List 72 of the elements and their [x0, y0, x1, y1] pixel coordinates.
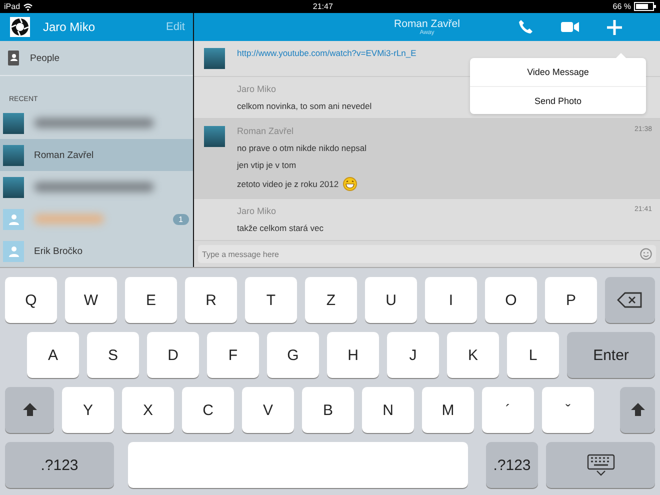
contact-row[interactable]: Erik Bročko: [0, 235, 193, 267]
message-text: jen vtip je v tom: [237, 160, 296, 170]
key[interactable]: Y: [62, 387, 114, 433]
key[interactable]: S: [87, 332, 139, 378]
menu-item[interactable]: Send Photo: [470, 86, 646, 114]
shift-key[interactable]: [620, 387, 655, 433]
battery-percentage: 66 %: [612, 2, 631, 11]
key[interactable]: H: [327, 332, 379, 378]
message-text: celkom novinka, to som ani nevedel: [237, 101, 372, 111]
unread-count: 1: [172, 214, 189, 224]
enter-key[interactable]: Enter: [567, 332, 655, 378]
key[interactable]: O: [485, 277, 537, 323]
key[interactable]: V: [242, 387, 294, 433]
keyboard-hide-icon: [586, 454, 614, 476]
key[interactable]: I: [425, 277, 477, 323]
message-text: zetoto video je z roku 2012: [237, 179, 339, 189]
key[interactable]: R: [185, 277, 237, 323]
menu-item[interactable]: Video Message: [470, 58, 646, 86]
clock-time: 21:47: [312, 2, 334, 11]
key[interactable]: D: [147, 332, 199, 378]
person-icon: [8, 213, 20, 225]
numbers-key[interactable]: .?123: [5, 442, 114, 488]
user-name: Jaro Miko: [43, 20, 96, 34]
key[interactable]: Q: [5, 277, 57, 323]
hide-keyboard-key[interactable]: [546, 442, 655, 488]
people-item[interactable]: People: [30, 52, 60, 64]
key[interactable]: Z: [305, 277, 357, 323]
sender-name: Roman Zavřel: [237, 126, 294, 136]
video-camera-icon[interactable]: [561, 21, 579, 33]
numbers-key[interactable]: .?123: [486, 442, 538, 488]
key[interactable]: W: [65, 277, 117, 323]
sender-name: Jaro Miko: [237, 84, 276, 94]
backspace-icon: [617, 292, 643, 308]
blurred-name: [34, 214, 104, 224]
smiley-icon[interactable]: [640, 248, 652, 260]
wifi-icon: [23, 2, 34, 10]
person-icon: [8, 245, 20, 257]
sender-name: Jaro Miko: [237, 206, 276, 216]
key[interactable]: B: [302, 387, 354, 433]
key[interactable]: A: [27, 332, 79, 378]
shift-key[interactable]: [5, 387, 54, 433]
key[interactable]: T: [245, 277, 297, 323]
device-label: iPad: [4, 2, 20, 11]
key[interactable]: ˇ: [542, 387, 594, 433]
backspace-key[interactable]: [605, 277, 655, 323]
message-text: no prave o otm nikde nikdo nepsal: [237, 143, 366, 153]
message-text: takže celkom stará vec: [237, 223, 324, 233]
key[interactable]: U: [365, 277, 417, 323]
contact-name: Roman Zavřel: [394, 18, 460, 30]
key[interactable]: E: [125, 277, 177, 323]
key[interactable]: C: [182, 387, 234, 433]
shift-arrow-icon: [630, 402, 646, 418]
contacts-book-icon: [7, 50, 20, 66]
key[interactable]: N: [362, 387, 414, 433]
key[interactable]: L: [507, 332, 559, 378]
key[interactable]: X: [122, 387, 174, 433]
battery-icon: [634, 2, 656, 11]
phone-icon[interactable]: [518, 19, 534, 35]
key[interactable]: F: [207, 332, 259, 378]
plus-icon[interactable]: [606, 20, 622, 34]
key[interactable]: J: [387, 332, 439, 378]
contact-name: Roman Zavřel: [34, 150, 94, 160]
key[interactable]: K: [447, 332, 499, 378]
contact-name: Erik Bročko: [34, 246, 83, 256]
contact-row[interactable]: Roman Zavřel: [0, 139, 193, 171]
key[interactable]: G: [267, 332, 319, 378]
key[interactable]: ´: [482, 387, 534, 433]
message-input-field[interactable]: Type a message here: [198, 245, 656, 263]
key[interactable]: P: [545, 277, 597, 323]
shift-arrow-icon: [22, 402, 38, 418]
aperture-logo-icon: [10, 17, 30, 37]
key[interactable]: M: [422, 387, 474, 433]
